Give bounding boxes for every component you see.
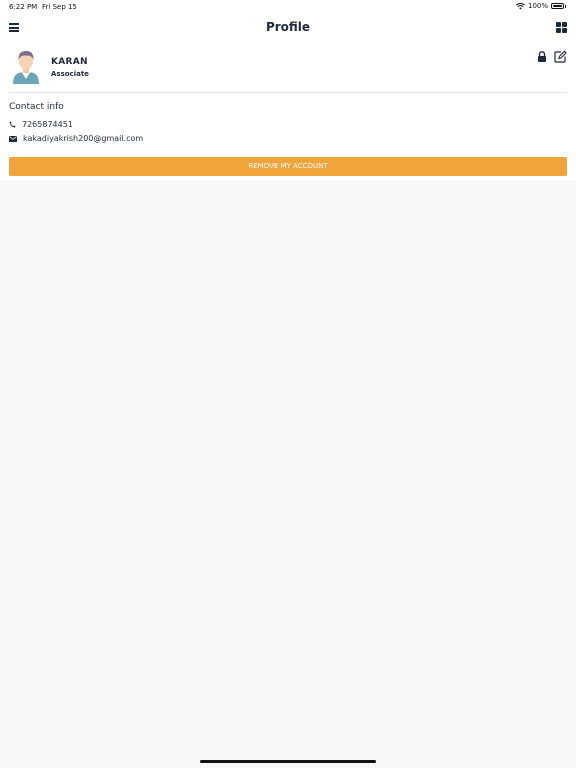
status-date: Fri Sep 15 [42, 3, 77, 11]
divider [9, 92, 567, 93]
page-title: Profile [265, 20, 311, 34]
email-row[interactable]: kakadiyakrish200@gmail.com [9, 134, 143, 143]
nav-bar: Profile [0, 14, 576, 42]
profile-card: KARAN Associate Contact info 7265874451 … [0, 42, 576, 180]
user-name: KARAN [51, 57, 88, 67]
phone-icon [9, 121, 16, 128]
status-indicators: 100% [516, 2, 566, 10]
email-address: kakadiyakrish200@gmail.com [23, 134, 144, 143]
phone-number: 7265874451 [22, 120, 73, 129]
wifi-icon [516, 2, 525, 9]
status-bar: 6:22 PM Fri Sep 15 100% [0, 0, 576, 14]
avatar [13, 51, 39, 84]
lock-icon[interactable] [537, 51, 547, 62]
phone-row[interactable]: 7265874451 [9, 120, 73, 129]
battery-percent: 100% [527, 2, 548, 10]
edit-icon[interactable] [554, 50, 567, 63]
status-time: 6:22 PM [9, 3, 38, 11]
remove-account-button[interactable]: REMOVE MY ACCOUNT [9, 157, 567, 176]
battery-cap [565, 4, 566, 8]
user-role: Associate [51, 70, 89, 78]
battery-icon [551, 3, 564, 9]
envelope-icon [9, 135, 17, 142]
contact-info-title: Contact info [9, 102, 64, 112]
grid-icon[interactable] [556, 22, 567, 33]
home-indicator [200, 760, 376, 763]
